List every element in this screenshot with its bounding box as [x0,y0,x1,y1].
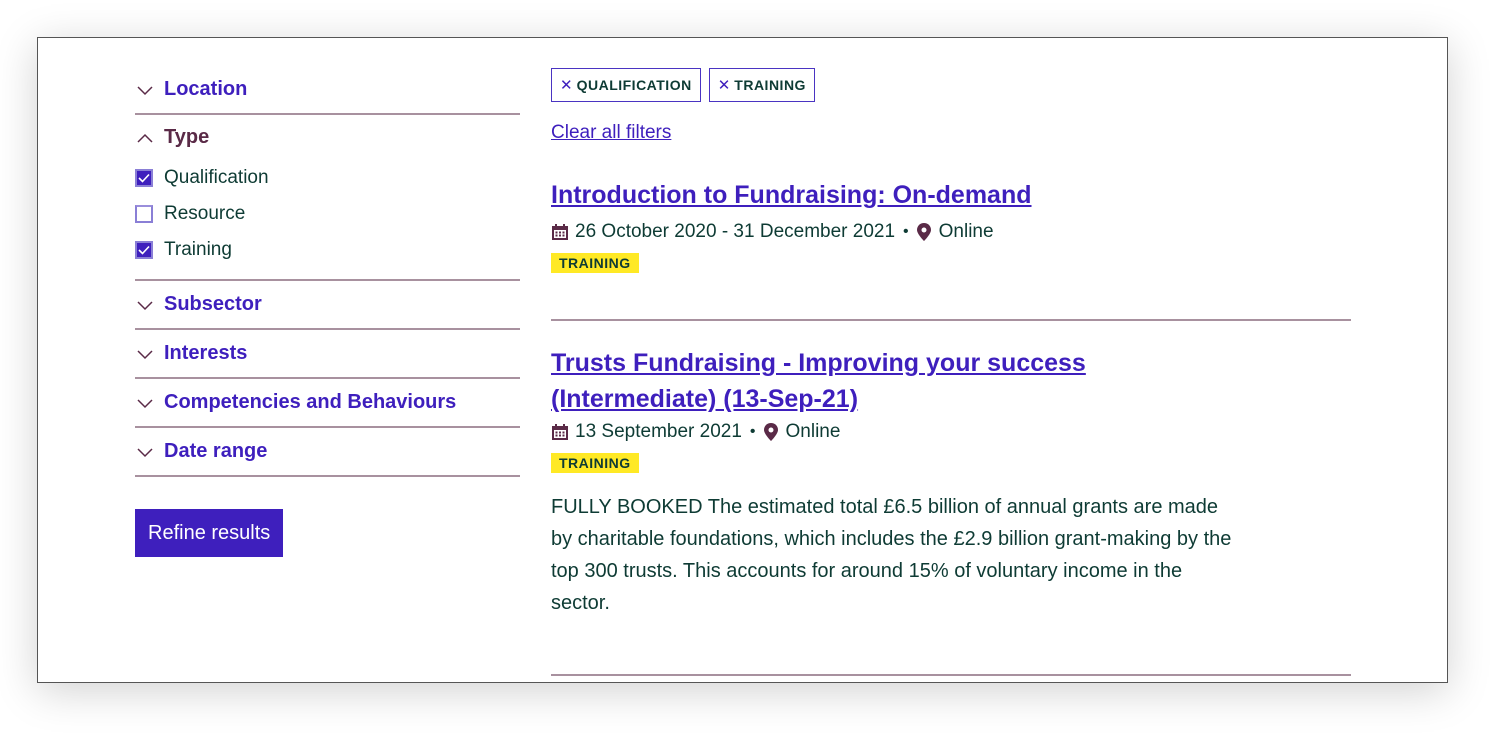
facet-subsector: Subsector [135,281,520,330]
chevron-down-icon [137,85,153,95]
option-training[interactable]: Training [135,232,520,268]
chevron-down-icon [137,300,153,310]
result-item: Introduction to Fundraising: On-demand 2… [551,177,1351,321]
facet-interests: Interests [135,330,520,379]
filter-chip-training[interactable]: ✕ TRAINING [708,68,815,102]
checkmark-icon [138,173,150,183]
option-label: Qualification [164,167,269,188]
facet-date-range: Date range [135,428,520,477]
page-frame: Location Type Qualification Resource Tra… [37,37,1448,683]
facet-subsector-toggle[interactable]: Subsector [135,281,520,328]
facet-interests-toggle[interactable]: Interests [135,330,520,377]
filter-sidebar: Location Type Qualification Resource Tra… [135,66,520,557]
checkbox-training[interactable] [135,241,153,259]
facet-title: Type [164,126,210,148]
result-type-tag: TRAINING [551,253,639,273]
chip-label: QUALIFICATION [576,77,692,93]
checkmark-icon [138,245,150,255]
result-location: Online [938,221,994,242]
result-meta: 26 October 2020 - 31 December 2021 • Onl… [551,217,1351,247]
result-title-link[interactable]: Trusts Fundraising - Improving your succ… [551,349,1086,413]
facet-type-options: Qualification Resource Training [135,160,520,279]
option-label: Training [164,239,232,260]
result-meta: 13 September 2021 • Online [551,417,1351,447]
meta-separator: • [903,223,909,240]
option-qualification[interactable]: Qualification [135,160,520,196]
chevron-down-icon [137,398,153,408]
facet-title: Location [164,78,248,100]
result-description: FULLY BOOKED The estimated total £6.5 bi… [551,496,1232,614]
chevron-up-icon [137,133,153,143]
facet-competencies: Competencies and Behaviours [135,379,520,428]
chip-label: TRAINING [734,77,806,93]
active-filters: ✕ QUALIFICATION ✕ TRAINING [551,68,1351,102]
calendar-icon [552,224,568,240]
chevron-down-icon [137,447,153,457]
facet-title: Subsector [164,293,262,315]
facet-title: Date range [164,440,268,462]
facet-title: Competencies and Behaviours [164,391,457,413]
facet-title: Interests [164,342,248,364]
location-pin-icon [916,223,931,241]
close-icon: ✕ [717,77,731,94]
checkbox-resource[interactable] [135,205,153,223]
result-item: Trusts Fundraising - Improving your succ… [551,321,1351,676]
result-date: 13 September 2021 [575,421,742,442]
checkbox-qualification[interactable] [135,169,153,187]
facet-type: Type Qualification Resource Training [135,115,520,281]
refine-results-button[interactable]: Refine results [135,509,284,557]
facet-location-toggle[interactable]: Location [135,66,520,113]
option-label: Resource [164,203,246,224]
result-location: Online [785,421,841,442]
facet-competencies-toggle[interactable]: Competencies and Behaviours [135,379,520,426]
facet-date-range-toggle[interactable]: Date range [135,428,520,475]
result-title-link[interactable]: Introduction to Fundraising: On-demand [551,181,1032,209]
filter-chip-qualification[interactable]: ✕ QUALIFICATION [551,68,701,102]
meta-separator: • [749,423,756,440]
result-type-tag: TRAINING [551,453,639,473]
location-pin-icon [763,423,778,441]
chevron-down-icon [137,349,153,359]
results-main: ✕ QUALIFICATION ✕ TRAINING Clear all fil… [551,68,1351,676]
option-resource[interactable]: Resource [135,196,520,232]
clear-all-filters-link[interactable]: Clear all filters [551,122,671,144]
calendar-icon [552,424,568,440]
facet-location: Location [135,66,520,115]
result-date: 26 October 2020 - 31 December 2021 [575,221,896,242]
facet-type-toggle[interactable]: Type [135,115,520,160]
close-icon: ✕ [560,77,573,94]
